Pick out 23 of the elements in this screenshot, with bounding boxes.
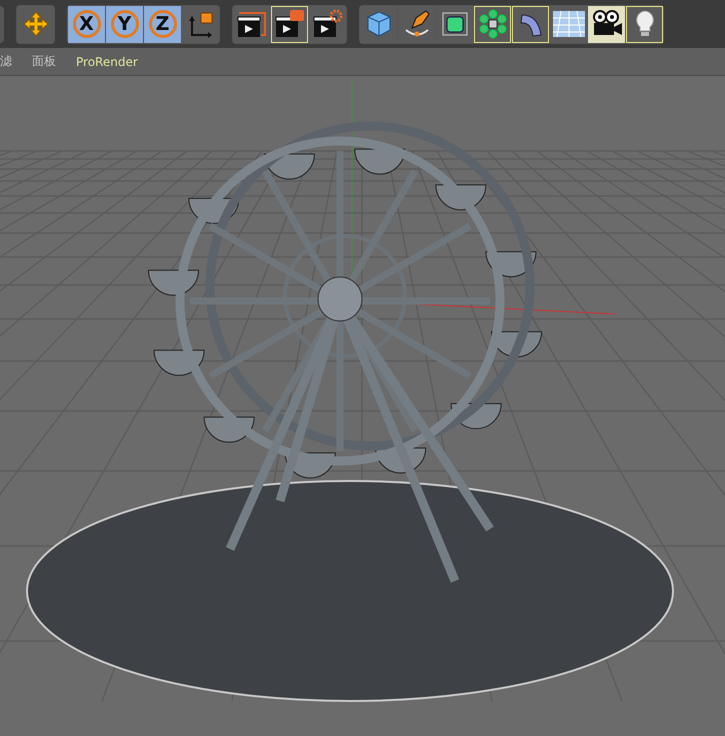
clapperboard-gear-icon: [312, 9, 344, 39]
coordinate-system-button[interactable]: [182, 6, 219, 42]
subdivision-button[interactable]: [436, 6, 473, 42]
menu-item[interactable]: 面板: [32, 53, 56, 70]
clones-icon: [478, 9, 508, 39]
pen-button[interactable]: [398, 6, 435, 42]
move-arrows-icon: [22, 10, 50, 38]
move-tool-button[interactable]: [17, 6, 54, 42]
render-settings-button[interactable]: [309, 6, 346, 42]
light-button[interactable]: [626, 6, 663, 42]
camera-button[interactable]: [588, 6, 625, 42]
cube-button[interactable]: [360, 6, 397, 42]
bend-button[interactable]: [512, 6, 549, 42]
render-picture-button[interactable]: [271, 6, 308, 42]
floor-button[interactable]: [550, 6, 587, 42]
menu-item[interactable]: ProRender: [76, 54, 138, 68]
floor-grid-icon: [552, 10, 586, 38]
cloner-button[interactable]: [474, 6, 511, 42]
clapperboard-icon: [236, 9, 268, 39]
menu-item[interactable]: 滤: [0, 53, 12, 70]
camera-icon: [590, 10, 622, 38]
clapperboard-icon: [274, 9, 306, 39]
render-view-button[interactable]: [233, 6, 270, 42]
